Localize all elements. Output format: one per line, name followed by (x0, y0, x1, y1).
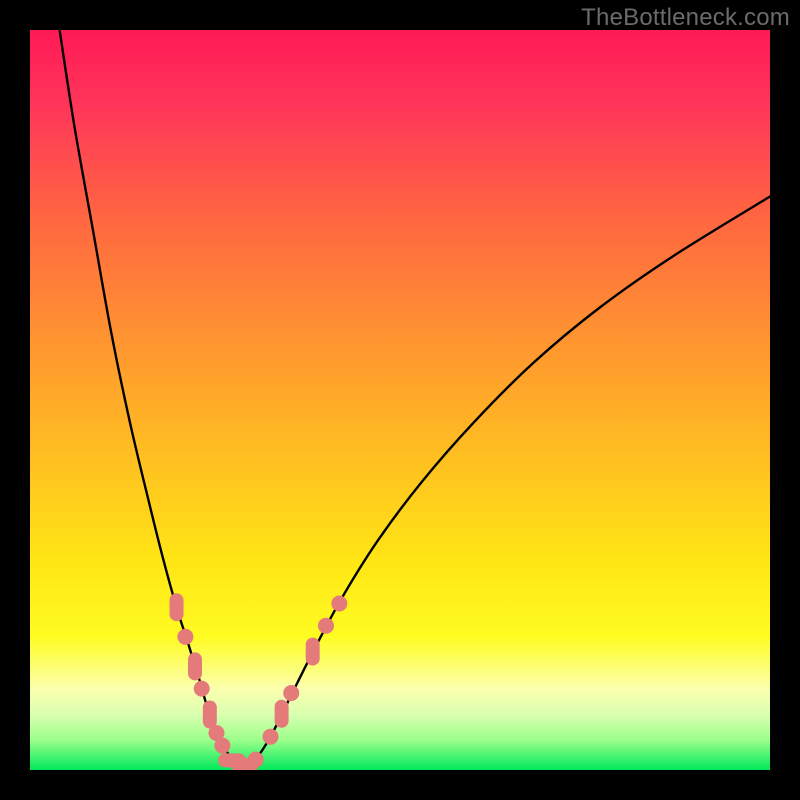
data-marker (248, 752, 264, 768)
data-marker (263, 729, 279, 745)
watermark-text: TheBottleneck.com (581, 4, 790, 32)
curve-right-branch (245, 197, 770, 767)
data-marker (203, 701, 217, 729)
data-marker (188, 652, 202, 680)
curve-left-branch (60, 30, 245, 766)
data-marker (283, 685, 299, 701)
chart-svg (30, 30, 770, 770)
data-marker (275, 700, 289, 728)
data-marker (318, 618, 334, 634)
markers-layer (170, 593, 348, 770)
data-marker (194, 681, 210, 697)
plot-area (30, 30, 770, 770)
chart-frame: TheBottleneck.com (0, 0, 800, 800)
data-marker (177, 629, 193, 645)
curves-layer (60, 30, 770, 766)
data-marker (331, 596, 347, 612)
data-marker (170, 593, 184, 621)
data-marker (306, 638, 320, 666)
data-marker (214, 738, 230, 754)
